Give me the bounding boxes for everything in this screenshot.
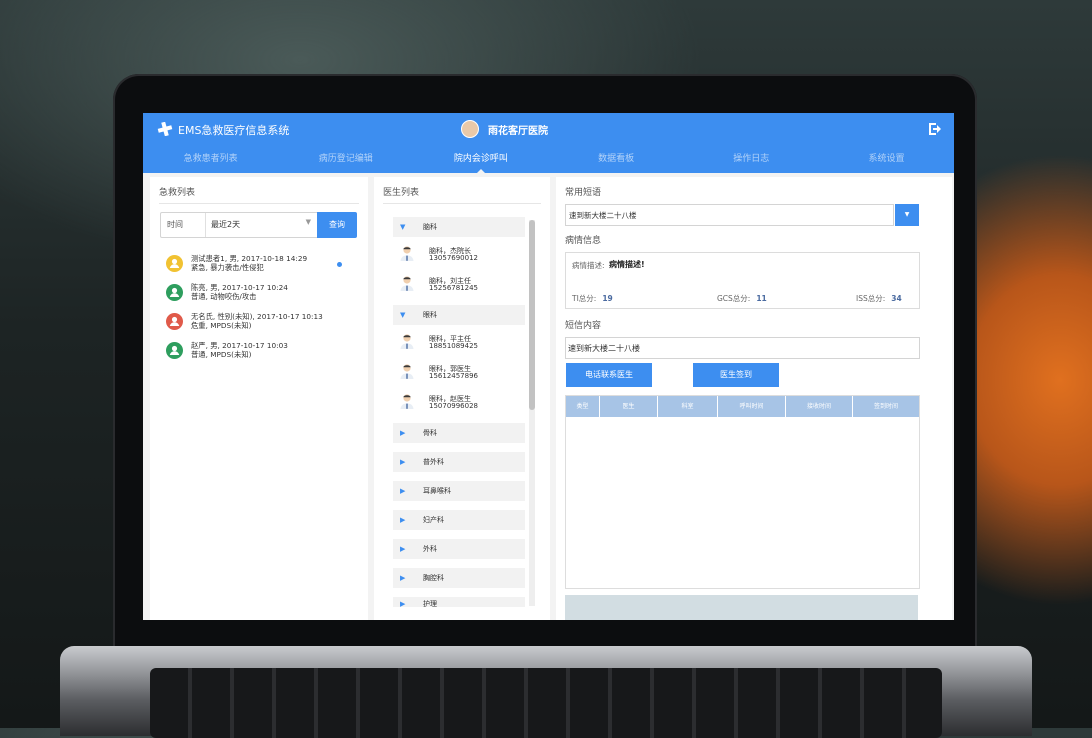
patient-category: 紧急, 暴力袭击/性侵犯 [191, 263, 264, 272]
call-doctor-button[interactable]: 电话联系医生 [566, 363, 652, 387]
app-screen: EMS急救医疗信息系统 雨花客厅医院 急救患者列表 病历登记编辑 院内会诊呼叫 … [143, 113, 954, 620]
condition-info-box: 病情描述: 病情描述! TI总分: 19 GCS总分: 11 ISS总分: 34 [565, 252, 920, 309]
sms-content-value: 速到新大楼二十八楼 [568, 344, 640, 353]
doctor-avatar-icon [400, 394, 414, 409]
nav-tab-dashboard[interactable]: 数据看板 [549, 145, 684, 173]
patient-avatar-icon [166, 313, 183, 330]
bottom-bar [565, 595, 918, 620]
dept-header-collapsed[interactable]: ▶ 耳鼻喉科 [393, 481, 525, 501]
time-filter-select[interactable]: 时间 最近2天 ▼ [160, 212, 318, 238]
time-filter-value: 最近2天 [211, 220, 241, 229]
caret-right-icon: ▶ [400, 600, 406, 607]
col-dept: 科室 [658, 396, 718, 417]
unread-indicator [337, 262, 342, 267]
phrase-select[interactable]: 速到新大楼二十八楼 [565, 204, 894, 226]
hospital-avatar [461, 120, 479, 138]
emergency-list: 测试患者1, 男, 2017-10-18 14:29 紧急, 暴力袭击/性侵犯 … [166, 252, 361, 368]
table-header: 类型 医生 科室 呼叫时间 接收时间 签到时间 [566, 396, 919, 417]
iss-score: ISS总分: 34 [856, 294, 902, 303]
doctor-item[interactable]: 眼科，郭医生 15612457896 [393, 359, 525, 389]
doctor-item[interactable]: 眼科，赵医生 15070996028 [393, 389, 525, 419]
patient-category: 普通, 动物咬伤/攻击 [191, 292, 257, 301]
doctor-list-scrollbar[interactable] [529, 220, 535, 606]
dept-header-brain[interactable]: ▼ 脑科 [393, 217, 525, 237]
doctor-item[interactable]: 脑科，杰院长 13057690012 [393, 241, 525, 271]
caret-right-icon: ▶ [400, 574, 406, 582]
phrases-title: 常用短语 [565, 188, 602, 198]
nav-tab-settings[interactable]: 系统设置 [819, 145, 954, 173]
app-header: EMS急救医疗信息系统 雨花客厅医院 急救患者列表 病历登记编辑 院内会诊呼叫 … [143, 113, 954, 174]
dept-header-collapsed[interactable]: ▶ 普外科 [393, 452, 525, 472]
patient-avatar-icon [166, 342, 183, 359]
list-item[interactable]: 赵严, 男, 2017-10-17 10:03 普通, MPDS(未知) [166, 339, 361, 368]
doctor-avatar-icon [400, 334, 414, 349]
col-doctor: 医生 [600, 396, 658, 417]
doctor-signin-button[interactable]: 医生签到 [693, 363, 779, 387]
doctor-item[interactable]: 眼科，平主任 18851089425 [393, 329, 525, 359]
patient-category: 普通, MPDS(未知) [191, 350, 252, 359]
scrollbar-thumb[interactable] [529, 220, 535, 410]
chevron-down-icon: ▼ [305, 218, 311, 226]
ti-score: TI总分: 19 [572, 294, 613, 303]
emergency-list-panel: 急救列表 时间 最近2天 ▼ 查询 测试患者1, 男, 2017-10-18 1… [150, 177, 368, 620]
patient-avatar-icon [166, 284, 183, 301]
dept-header-collapsed[interactable]: ▶ 护理 [393, 597, 525, 607]
list-item[interactable]: 测试患者1, 男, 2017-10-18 14:29 紧急, 暴力袭击/性侵犯 [166, 252, 361, 281]
caret-right-icon: ▶ [400, 487, 406, 495]
nav-tab-emergency-list[interactable]: 急救患者列表 [143, 145, 278, 173]
phrase-select-value: 速到新大楼二十八楼 [569, 211, 637, 220]
doctor-item[interactable]: 脑科，刘主任 15256781245 [393, 271, 525, 301]
caret-down-icon: ▼ [400, 223, 406, 231]
call-records-table: 类型 医生 科室 呼叫时间 接收时间 签到时间 [565, 395, 920, 589]
condition-info-title: 病情信息 [565, 236, 602, 246]
caret-right-icon: ▶ [400, 545, 406, 553]
col-call-time: 呼叫时间 [718, 396, 786, 417]
medical-cross-logo-icon [157, 122, 173, 136]
doctor-list-panel: 医生列表 ▼ 脑科 脑科，杰院长 13057690012 脑科，刘主任 1525… [374, 177, 550, 620]
emergency-list-title: 急救列表 [159, 188, 196, 198]
hospital-info: 雨花客厅医院 [461, 120, 548, 138]
caret-down-icon: ▼ [400, 311, 406, 319]
dept-header-collapsed[interactable]: ▶ 外科 [393, 539, 525, 559]
desc-label: 病情描述: [572, 261, 605, 270]
col-type: 类型 [566, 396, 600, 417]
list-item[interactable]: 陈亮, 男, 2017-10-17 10:24 普通, 动物咬伤/攻击 [166, 281, 361, 310]
dept-header-eye[interactable]: ▼ 眼科 [393, 305, 525, 325]
dept-header-collapsed[interactable]: ▶ 妇产科 [393, 510, 525, 530]
col-receive-time: 接收时间 [786, 396, 853, 417]
gcs-score: GCS总分: 11 [717, 294, 767, 303]
consult-detail-panel: 常用短语 速到新大楼二十八楼 ▼ 病情信息 病情描述: 病情描述! TI总分: 1… [556, 177, 952, 620]
caret-right-icon: ▶ [400, 516, 406, 524]
doctor-list: ▼ 脑科 脑科，杰院长 13057690012 脑科，刘主任 152567812… [393, 217, 525, 611]
hospital-name: 雨花客厅医院 [488, 125, 548, 137]
sms-content-input[interactable]: 速到新大楼二十八楼 [565, 337, 920, 359]
nav-tab-consult-call[interactable]: 院内会诊呼叫 [413, 145, 548, 174]
dept-header-collapsed[interactable]: ▶ 胸腔科 [393, 568, 525, 588]
col-signin-time: 签到时间 [873, 403, 898, 410]
app-title: EMS急救医疗信息系统 [178, 124, 290, 137]
caret-right-icon: ▶ [400, 458, 406, 466]
desc-value: 病情描述! [609, 260, 645, 269]
patient-category: 危重, MPDS(未知) [191, 321, 252, 330]
list-item[interactable]: 无名氏, 性别(未知), 2017-10-17 10:13 危重, MPDS(未… [166, 310, 361, 339]
sms-title: 短信内容 [565, 321, 602, 331]
nav-tab-record-edit[interactable]: 病历登记编辑 [278, 145, 413, 173]
doctor-avatar-icon [400, 276, 414, 291]
main-nav: 急救患者列表 病历登记编辑 院内会诊呼叫 数据看板 操作日志 系统设置 [143, 145, 954, 174]
doctor-avatar-icon [400, 246, 414, 261]
time-filter-label: 时间 [167, 220, 183, 229]
logout-icon[interactable] [927, 121, 943, 137]
patient-avatar-icon [166, 255, 183, 272]
doctor-avatar-icon [400, 364, 414, 379]
doctor-list-title: 医生列表 [383, 188, 420, 198]
caret-right-icon: ▶ [400, 429, 406, 437]
query-button[interactable]: 查询 [317, 212, 357, 238]
dept-header-collapsed[interactable]: ▶ 骨科 [393, 423, 525, 443]
nav-tab-logs[interactable]: 操作日志 [684, 145, 819, 173]
phrase-dropdown-button[interactable]: ▼ [895, 204, 919, 226]
